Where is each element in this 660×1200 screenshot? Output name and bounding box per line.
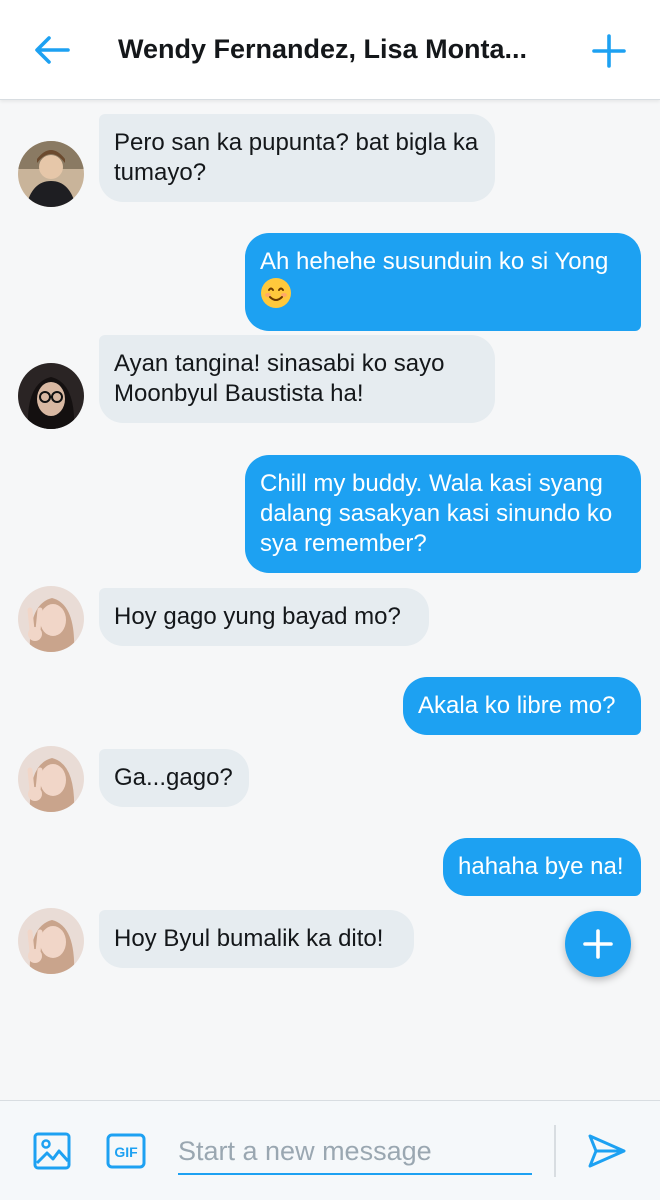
message-bubble-incoming[interactable]: Hoy gago yung bayad mo? [99,588,429,646]
floating-add-button[interactable] [565,911,631,977]
conversation-title: Wendy Fernandez, Lisa Monta... [118,34,528,64]
plus-icon [583,929,613,959]
message-text: Pero san ka pupunta? bat bigla ka tumayo… [114,129,479,186]
message-text: Chill my buddy. Wala kasi syang dalang s… [260,470,613,557]
message-text: hahaha bye na! [458,853,624,880]
avatar-peace-sign [18,586,84,652]
smiling-face-emoji [260,277,292,317]
message-input-wrapper [178,1129,532,1175]
message-bubble-incoming[interactable]: Pero san ka pupunta? bat bigla ka tumayo… [99,114,495,202]
gif-icon: GIF [106,1133,146,1169]
message-text: Ah hehehe susunduin ko si Yong [260,248,609,275]
message-bubble-incoming[interactable]: Hoy Byul bumalik ka dito! [99,910,414,968]
message-text: Hoy gago yung bayad mo? [114,603,401,630]
add-gif-button[interactable]: GIF [106,1132,146,1170]
message-bubble-outgoing[interactable]: Akala ko libre mo? [403,677,641,735]
message-bubble-outgoing[interactable]: hahaha bye na! [443,838,641,896]
gif-label: GIF [114,1144,138,1160]
add-photo-button[interactable] [32,1131,72,1171]
message-bubble-outgoing[interactable]: Chill my buddy. Wala kasi syang dalang s… [245,455,641,573]
conversation-header: Wendy Fernandez, Lisa Monta... [0,0,660,100]
avatar-black-jacket [18,141,84,207]
avatar[interactable] [18,746,84,812]
message-text: Hoy Byul bumalik ka dito! [114,925,384,952]
message-bubble-outgoing[interactable]: Ah hehehe susunduin ko si Yong [245,233,641,331]
back-button[interactable] [30,30,74,70]
message-text: Ga...gago? [114,764,233,791]
message-bubble-incoming[interactable]: Ga...gago? [99,749,249,807]
message-text: Ayan tangina! sinasabi ko sayo Moonbyul … [114,350,445,407]
send-icon [588,1134,626,1168]
image-icon [33,1132,71,1170]
avatar-peace-sign [18,746,84,812]
send-button[interactable] [586,1131,628,1171]
avatar-peace-sign [18,908,84,974]
message-composer: GIF [0,1100,660,1200]
avatar[interactable] [18,586,84,652]
message-input[interactable] [178,1129,532,1173]
avatar-glasses [18,363,84,429]
plus-icon [592,34,626,68]
message-text: Akala ko libre mo? [418,692,616,719]
composer-divider [554,1125,556,1177]
avatar[interactable] [18,363,84,429]
avatar[interactable] [18,908,84,974]
avatar[interactable] [18,141,84,207]
message-bubble-incoming[interactable]: Ayan tangina! sinasabi ko sayo Moonbyul … [99,335,495,423]
arrow-left-icon [35,36,70,64]
add-people-button[interactable] [588,30,630,72]
